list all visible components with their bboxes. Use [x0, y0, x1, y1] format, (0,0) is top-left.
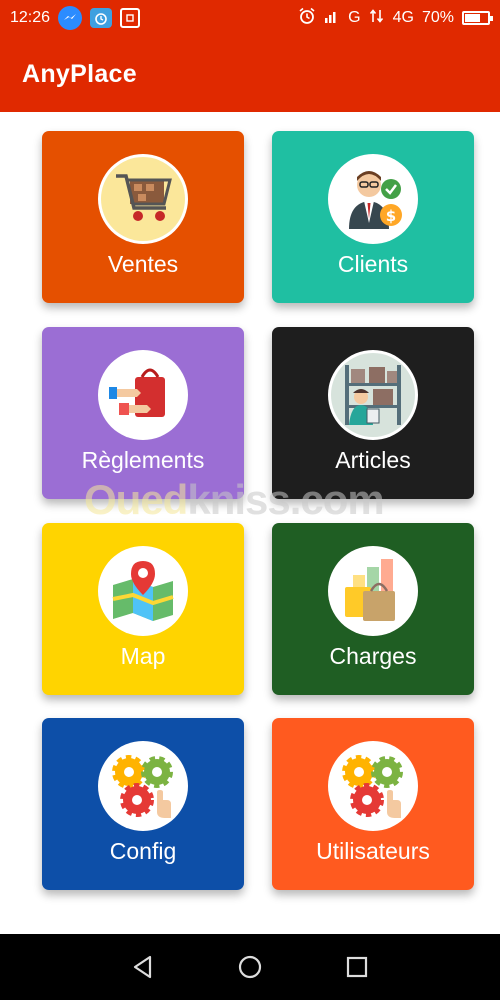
status-time: 12:26	[10, 9, 51, 26]
signal-icon	[324, 8, 340, 29]
battery-percent: 70%	[421, 9, 454, 26]
messenger-icon	[58, 6, 83, 30]
menu-grid: Ventes $ Clients Règlements Articles Map…	[0, 112, 500, 934]
recent-square-icon[interactable]	[343, 953, 371, 981]
tile-label: Règlements	[81, 447, 205, 473]
tile-reglements[interactable]: Règlements	[42, 327, 244, 499]
data-arrows-icon	[369, 7, 385, 30]
tile-articles[interactable]: Articles	[272, 327, 474, 499]
tile-utilisateurs[interactable]: Utilisateurs	[272, 718, 474, 890]
shopping-bags-chart-icon	[331, 549, 415, 633]
clients-icon-circle: $	[328, 154, 418, 244]
tile-label: Articles	[335, 447, 411, 473]
status-bar-left: 12:26	[10, 6, 141, 30]
tile-label: Config	[109, 838, 177, 864]
tile-charges[interactable]: Charges	[272, 523, 474, 695]
gears-icon	[101, 744, 185, 828]
battery-icon	[462, 11, 493, 25]
alarm-clock-app-icon	[90, 8, 113, 28]
home-circle-icon[interactable]	[236, 953, 264, 981]
svg-text:$: $	[386, 207, 396, 225]
ventes-icon-circle	[98, 154, 188, 244]
tile-ventes[interactable]: Ventes	[42, 131, 244, 303]
navigation-bar	[0, 934, 500, 1000]
businessman-icon: $	[331, 157, 415, 241]
screenshot-icon	[120, 8, 141, 28]
network-type-left: G	[348, 9, 361, 26]
articles-icon-circle	[328, 350, 418, 440]
tile-clients[interactable]: $ Clients	[272, 131, 474, 303]
tile-label: Ventes	[107, 251, 179, 277]
map-pin-icon	[101, 549, 185, 633]
tile-label: Map	[120, 643, 166, 669]
tile-map[interactable]: Map	[42, 523, 244, 695]
status-bar-right: G 4G 70%	[298, 7, 493, 30]
utilisateurs-icon-circle	[328, 741, 418, 831]
alarm-icon	[298, 7, 316, 30]
app-title: AnyPlace	[22, 59, 137, 88]
app-bar: AnyPlace	[0, 36, 500, 112]
back-triangle-icon[interactable]	[129, 953, 157, 981]
gears-hand-icon	[331, 744, 415, 828]
shopping-cart-icon	[101, 157, 185, 241]
tile-label: Charges	[329, 643, 417, 669]
payment-bag-icon	[101, 353, 185, 437]
map-icon-circle	[98, 546, 188, 636]
tile-config[interactable]: Config	[42, 718, 244, 890]
tile-label: Utilisateurs	[316, 838, 430, 864]
reglements-icon-circle	[98, 350, 188, 440]
warehouse-boxes-icon	[331, 353, 415, 437]
config-icon-circle	[98, 741, 188, 831]
network-type-right: 4G	[392, 9, 414, 26]
status-bar: 12:26 G 4G 70%	[0, 0, 500, 36]
charges-icon-circle	[328, 546, 418, 636]
tile-label: Clients	[337, 251, 409, 277]
